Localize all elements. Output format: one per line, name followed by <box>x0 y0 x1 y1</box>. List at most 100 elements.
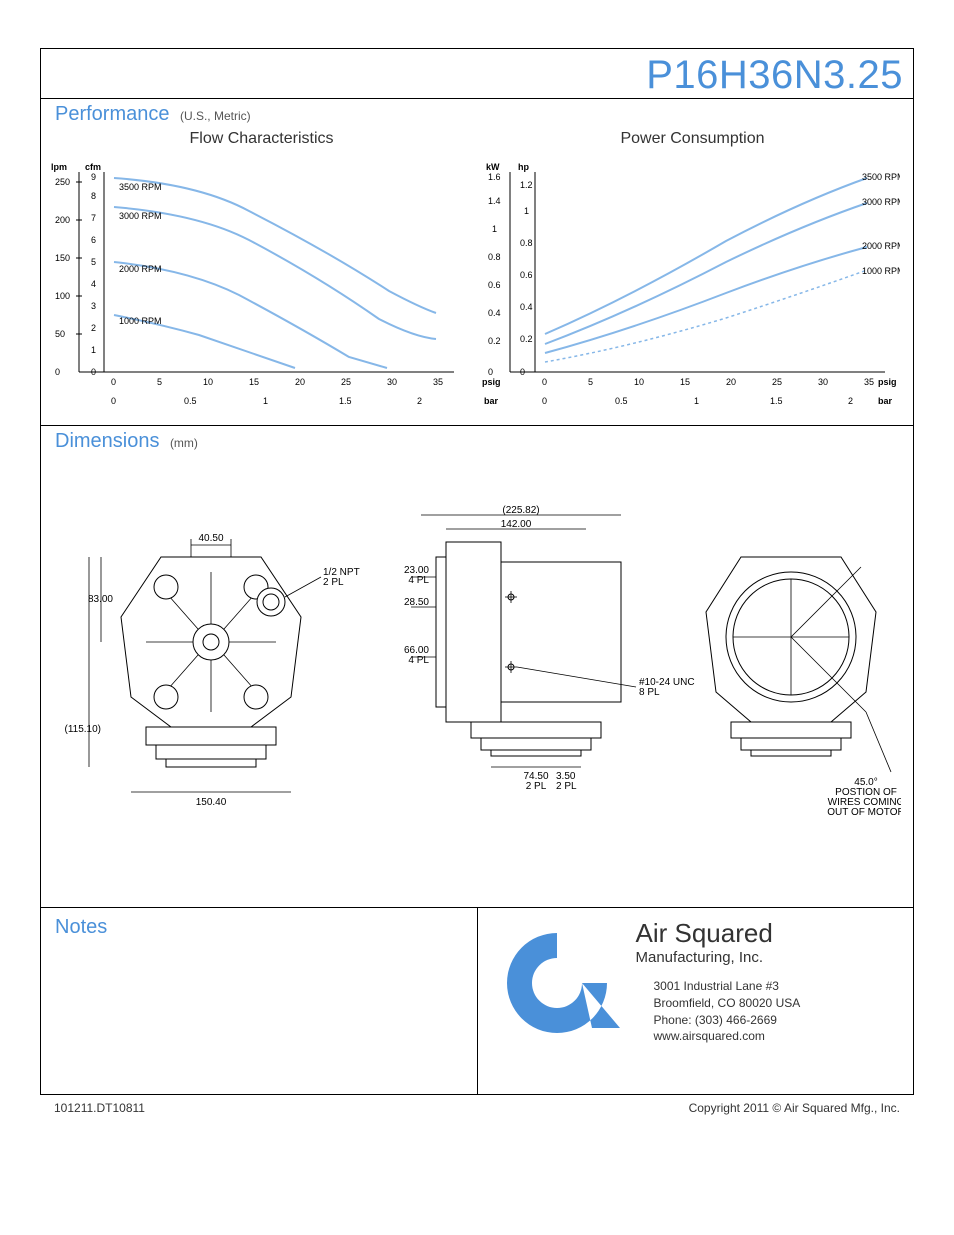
svg-text:20: 20 <box>295 377 305 387</box>
svg-text:4 PL: 4 PL <box>408 575 429 586</box>
dimensions-header: Dimensions (mm) <box>41 426 913 457</box>
svg-text:10: 10 <box>203 377 213 387</box>
svg-text:50: 50 <box>55 329 65 339</box>
svg-text:(115.10): (115.10) <box>64 724 101 735</box>
svg-text:lpm: lpm <box>51 162 67 172</box>
company-addr1: 3001 Industrial Lane #3 <box>654 978 801 995</box>
svg-text:1: 1 <box>492 224 497 234</box>
svg-text:200: 200 <box>55 215 70 225</box>
svg-text:0.8: 0.8 <box>488 252 501 262</box>
svg-text:2 PL: 2 PL <box>526 781 547 792</box>
svg-text:83.00: 83.00 <box>88 594 113 605</box>
svg-text:3000 RPM: 3000 RPM <box>119 211 162 221</box>
company-web: www.airsquared.com <box>654 1028 801 1045</box>
svg-text:0: 0 <box>542 396 547 406</box>
svg-text:40.50: 40.50 <box>198 533 223 544</box>
svg-text:0.5: 0.5 <box>615 396 628 406</box>
footer-docid: 101211.DT10811 <box>54 1101 145 1115</box>
svg-text:2000 RPM: 2000 RPM <box>119 264 162 274</box>
svg-text:30: 30 <box>387 377 397 387</box>
svg-text:250: 250 <box>55 177 70 187</box>
power-chart-svg: kW 0 0.2 0.4 0.6 0.8 1 1.4 1.6 hp 0 0.2 … <box>480 152 900 412</box>
svg-text:150: 150 <box>55 253 70 263</box>
svg-text:0.6: 0.6 <box>520 270 533 280</box>
svg-text:6: 6 <box>91 235 96 245</box>
svg-text:bar: bar <box>484 396 499 406</box>
svg-text:0.6: 0.6 <box>488 280 501 290</box>
svg-text:9: 9 <box>91 172 96 182</box>
svg-text:0.8: 0.8 <box>520 238 533 248</box>
svg-text:0.4: 0.4 <box>520 302 533 312</box>
svg-text:7: 7 <box>91 213 96 223</box>
svg-text:0.2: 0.2 <box>488 336 501 346</box>
svg-text:0.5: 0.5 <box>184 396 197 406</box>
svg-text:3000 RPM: 3000 RPM <box>862 197 900 207</box>
svg-text:0.4: 0.4 <box>488 308 501 318</box>
svg-text:psig: psig <box>482 377 501 387</box>
company-block: Air Squared Manufacturing, Inc. 3001 Ind… <box>478 908 914 1094</box>
svg-text:0: 0 <box>542 377 547 387</box>
notes-section: Notes <box>41 908 478 1094</box>
svg-text:5: 5 <box>157 377 162 387</box>
svg-text:1.5: 1.5 <box>770 396 783 406</box>
performance-header: Performance (U.S., Metric) <box>41 99 913 130</box>
svg-text:0: 0 <box>111 396 116 406</box>
svg-text:20: 20 <box>726 377 736 387</box>
svg-text:1: 1 <box>524 206 529 216</box>
dimension-drawings: 40.50 83.00 (115.10) 150.40 1/2 NPT 2 PL <box>41 457 913 907</box>
svg-text:0: 0 <box>520 367 525 377</box>
svg-text:28.50: 28.50 <box>404 597 429 608</box>
svg-text:1000 RPM: 1000 RPM <box>119 316 162 326</box>
svg-text:1: 1 <box>91 345 96 355</box>
svg-text:3500 RPM: 3500 RPM <box>862 172 900 182</box>
svg-text:0.2: 0.2 <box>520 334 533 344</box>
svg-text:cfm: cfm <box>85 162 101 172</box>
performance-heading: Performance <box>55 103 170 125</box>
svg-text:5: 5 <box>588 377 593 387</box>
dimensions-subheading: (mm) <box>170 436 198 450</box>
svg-text:2: 2 <box>848 396 853 406</box>
svg-text:2: 2 <box>91 323 96 333</box>
company-sub: Manufacturing, Inc. <box>636 949 801 966</box>
svg-text:2 PL: 2 PL <box>556 781 577 792</box>
svg-text:35: 35 <box>864 377 874 387</box>
svg-text:35: 35 <box>433 377 443 387</box>
company-addr2: Broomfield, CO 80020 USA <box>654 995 801 1012</box>
power-chart: Power Consumption kW 0 0.2 0.4 0.6 0.8 1… <box>480 130 905 417</box>
svg-text:142.00: 142.00 <box>501 519 532 530</box>
flow-chart: Flow Characteristics lpm 0 50 100 150 20… <box>49 130 474 417</box>
notes-heading: Notes <box>55 916 107 938</box>
svg-text:2000 RPM: 2000 RPM <box>862 241 900 251</box>
dimensions-heading: Dimensions <box>55 430 159 452</box>
svg-text:1.4: 1.4 <box>488 196 501 206</box>
company-name: Air Squared <box>636 918 801 949</box>
svg-text:3: 3 <box>91 301 96 311</box>
svg-text:3500 RPM: 3500 RPM <box>119 182 162 192</box>
company-logo-icon <box>492 918 622 1048</box>
svg-text:5: 5 <box>91 257 96 267</box>
svg-text:1.6: 1.6 <box>488 172 501 182</box>
svg-text:1.5: 1.5 <box>339 396 352 406</box>
footer-copyright: Copyright 2011 © Air Squared Mfg., Inc. <box>689 1101 900 1115</box>
svg-text:1: 1 <box>694 396 699 406</box>
svg-text:1: 1 <box>263 396 268 406</box>
svg-text:4 PL: 4 PL <box>408 655 429 666</box>
svg-text:psig: psig <box>878 377 897 387</box>
company-phone: Phone: (303) 466-2669 <box>654 1012 801 1029</box>
svg-text:1.2: 1.2 <box>520 180 533 190</box>
svg-text:15: 15 <box>680 377 690 387</box>
svg-text:25: 25 <box>772 377 782 387</box>
performance-subheading: (U.S., Metric) <box>180 109 251 123</box>
svg-text:0: 0 <box>91 367 96 377</box>
svg-text:30: 30 <box>818 377 828 387</box>
svg-text:15: 15 <box>249 377 259 387</box>
flow-chart-svg: lpm 0 50 100 150 200 250 cfm 0 1 2 <box>49 152 469 412</box>
power-chart-title: Power Consumption <box>480 130 905 148</box>
svg-text:150.40: 150.40 <box>196 797 227 808</box>
document-title: P16H36N3.25 <box>646 53 903 97</box>
flow-chart-title: Flow Characteristics <box>49 130 474 148</box>
svg-text:8 PL: 8 PL <box>639 687 660 698</box>
svg-text:25: 25 <box>341 377 351 387</box>
svg-text:8: 8 <box>91 191 96 201</box>
svg-text:bar: bar <box>878 396 893 406</box>
